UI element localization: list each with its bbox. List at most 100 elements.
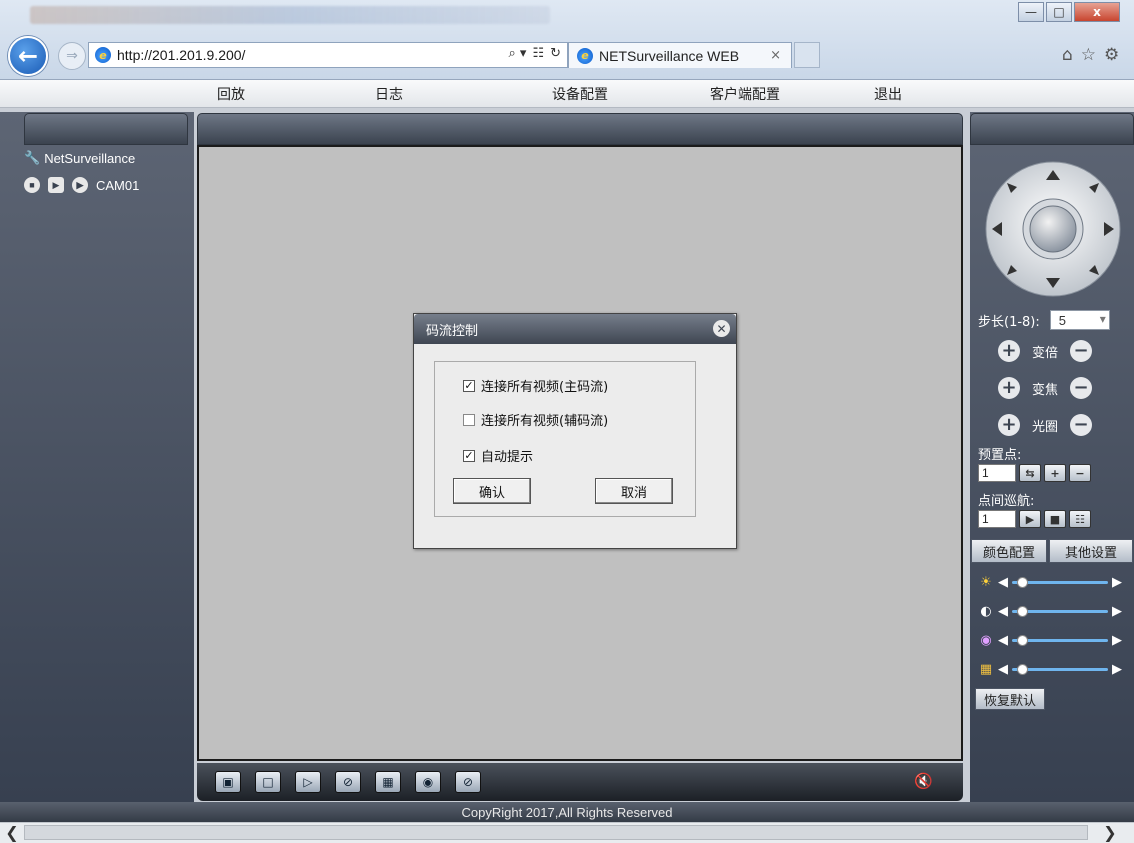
settings-gear-icon[interactable]: ⚙	[1104, 45, 1119, 65]
contrast-slider[interactable]: ◐ ◀ ▶	[978, 603, 1122, 619]
play-channel-icon[interactable]: ▶	[72, 177, 88, 193]
camera-row[interactable]: ■ ▶ ▶ CAM01	[24, 177, 139, 193]
stop-record-icon[interactable]: ■	[24, 177, 40, 193]
browser-tab[interactable]: e NETSurveillance WEB ×	[568, 42, 792, 68]
saturation-icon: ◉	[980, 632, 992, 648]
slider-right-arrow-icon[interactable]: ▶	[1112, 633, 1122, 648]
restore-defaults-button[interactable]: 恢复默认	[975, 688, 1045, 710]
checkbox-auto-prompt[interactable]: ✓	[463, 449, 475, 462]
slider-left-arrow-icon[interactable]: ◀	[998, 662, 1008, 677]
snapshot-icon[interactable]: ▦	[375, 771, 401, 793]
home-icon[interactable]: ⌂	[1062, 45, 1073, 65]
new-tab-button[interactable]	[794, 42, 820, 68]
option-main-stream[interactable]: ✓ 连接所有视频(主码流)	[463, 376, 608, 395]
scroll-right-icon[interactable]: ❯	[1100, 823, 1120, 842]
minimize-button[interactable]: —	[1018, 2, 1044, 22]
nav-log[interactable]: 日志	[375, 80, 403, 108]
slider-right-arrow-icon[interactable]: ▶	[1112, 662, 1122, 677]
favorites-star-icon[interactable]: ☆	[1081, 45, 1096, 65]
scroll-left-icon[interactable]: ❮	[2, 823, 22, 842]
zoom-out-icon[interactable]: −	[1070, 340, 1093, 362]
nav-client-config[interactable]: 客户端配置	[710, 80, 780, 108]
focus-out-icon[interactable]: −	[1070, 377, 1093, 399]
copyright-footer: CopyRight 2017,All Rights Reserved	[0, 802, 1134, 822]
dialog-titlebar: 码流控制	[414, 314, 736, 344]
step-row: 步长(1-8): 5	[978, 310, 1110, 330]
checkbox-sub-stream[interactable]	[463, 413, 475, 426]
back-arrow-icon[interactable]: ←	[8, 36, 48, 76]
stop-cruise-icon[interactable]: ■	[1044, 510, 1066, 528]
video-panel-header	[197, 113, 963, 145]
tab-title: NETSurveillance WEB	[599, 47, 740, 64]
refresh-icon[interactable]: ↻	[550, 46, 561, 61]
tab-color-config[interactable]: 颜色配置	[971, 539, 1047, 563]
iris-open-icon[interactable]: +	[998, 414, 1020, 436]
address-text: http://201.201.9.200/	[117, 47, 246, 63]
single-view-icon[interactable]: □	[255, 771, 281, 793]
address-bar[interactable]: e http://201.201.9.200/ ⌕ ▾ ☷ ↻	[88, 42, 568, 68]
slider-knob[interactable]	[1016, 663, 1028, 675]
confirm-button[interactable]: 确认	[453, 478, 531, 504]
cruise-input[interactable]: 1	[978, 510, 1016, 528]
hue-slider[interactable]: ▦ ◀ ▶	[978, 661, 1122, 677]
search-dropdown-icon[interactable]: ⌕ ▾	[508, 46, 526, 61]
address-tools: ⌕ ▾ ☷ ↻	[508, 46, 561, 61]
zoom-in-icon[interactable]: +	[998, 340, 1020, 362]
slider-track[interactable]	[1012, 634, 1108, 646]
cruise-grid-icon[interactable]: ☷	[1069, 510, 1091, 528]
tree-root[interactable]: 🔧 NetSurveillance	[24, 150, 135, 166]
preset-label: 预置点:	[978, 448, 1022, 463]
ptz-direction-wheel[interactable]	[980, 160, 1126, 298]
fullscreen-icon[interactable]: ▣	[215, 771, 241, 793]
preset-input[interactable]: 1	[978, 464, 1016, 482]
slider-left-arrow-icon[interactable]: ◀	[998, 575, 1008, 590]
slider-knob[interactable]	[1016, 576, 1028, 588]
stop-record-icon[interactable]: ⊘	[455, 771, 481, 793]
close-icon[interactable]: ✕	[713, 320, 730, 337]
slider-right-arrow-icon[interactable]: ▶	[1112, 575, 1122, 590]
ptz-center-button[interactable]	[1029, 205, 1077, 253]
tab-close-icon[interactable]: ×	[770, 48, 781, 63]
focus-in-icon[interactable]: +	[998, 377, 1020, 399]
close-all-video-icon[interactable]: ⊘	[335, 771, 361, 793]
window-title-blurred	[30, 6, 550, 24]
slider-left-arrow-icon[interactable]: ◀	[998, 633, 1008, 648]
slider-track[interactable]	[1012, 605, 1108, 617]
open-all-video-icon[interactable]: ▷	[295, 771, 321, 793]
goto-preset-icon[interactable]: ⇆	[1019, 464, 1041, 482]
iris-close-icon[interactable]: −	[1070, 414, 1093, 436]
record-icon[interactable]: ◉	[415, 771, 441, 793]
focus-row: + 变焦 −	[998, 377, 1093, 399]
maximize-button[interactable]: □	[1046, 2, 1072, 22]
close-window-button[interactable]: x	[1074, 2, 1120, 22]
cancel-button[interactable]: 取消	[595, 478, 673, 504]
zoom-label: 变倍	[1032, 345, 1059, 361]
forward-arrow-icon[interactable]: ⇒	[58, 42, 86, 70]
nav-device-config[interactable]: 设备配置	[552, 80, 608, 108]
nav-playback[interactable]: 回放	[217, 80, 245, 108]
add-preset-icon[interactable]: +	[1044, 464, 1066, 482]
start-cruise-icon[interactable]: ▶	[1019, 510, 1041, 528]
scrollbar-thumb[interactable]	[24, 825, 1088, 840]
tab-other-settings[interactable]: 其他设置	[1049, 539, 1133, 563]
iris-row: + 光圈 −	[998, 414, 1093, 436]
brightness-icon: ☀	[980, 574, 992, 590]
option-auto-prompt[interactable]: ✓ 自动提示	[463, 446, 533, 465]
compat-view-icon[interactable]: ☷	[532, 46, 544, 61]
mute-speaker-icon[interactable]: 🔇	[914, 772, 933, 790]
preset-controls: 1 ⇆ + −	[978, 464, 1091, 482]
slider-knob[interactable]	[1016, 605, 1028, 617]
step-select[interactable]: 5	[1049, 310, 1110, 330]
slider-track[interactable]	[1012, 663, 1108, 675]
nav-logout[interactable]: 退出	[874, 80, 902, 108]
option-sub-stream[interactable]: 连接所有视频(辅码流)	[463, 410, 608, 429]
brightness-slider[interactable]: ☀ ◀ ▶	[978, 574, 1122, 590]
delete-preset-icon[interactable]: −	[1069, 464, 1091, 482]
play-stream-icon[interactable]: ▶	[48, 177, 64, 193]
slider-track[interactable]	[1012, 576, 1108, 588]
slider-right-arrow-icon[interactable]: ▶	[1112, 604, 1122, 619]
saturation-slider[interactable]: ◉ ◀ ▶	[978, 632, 1122, 648]
slider-knob[interactable]	[1016, 634, 1028, 646]
checkbox-main-stream[interactable]: ✓	[463, 379, 475, 392]
slider-left-arrow-icon[interactable]: ◀	[998, 604, 1008, 619]
